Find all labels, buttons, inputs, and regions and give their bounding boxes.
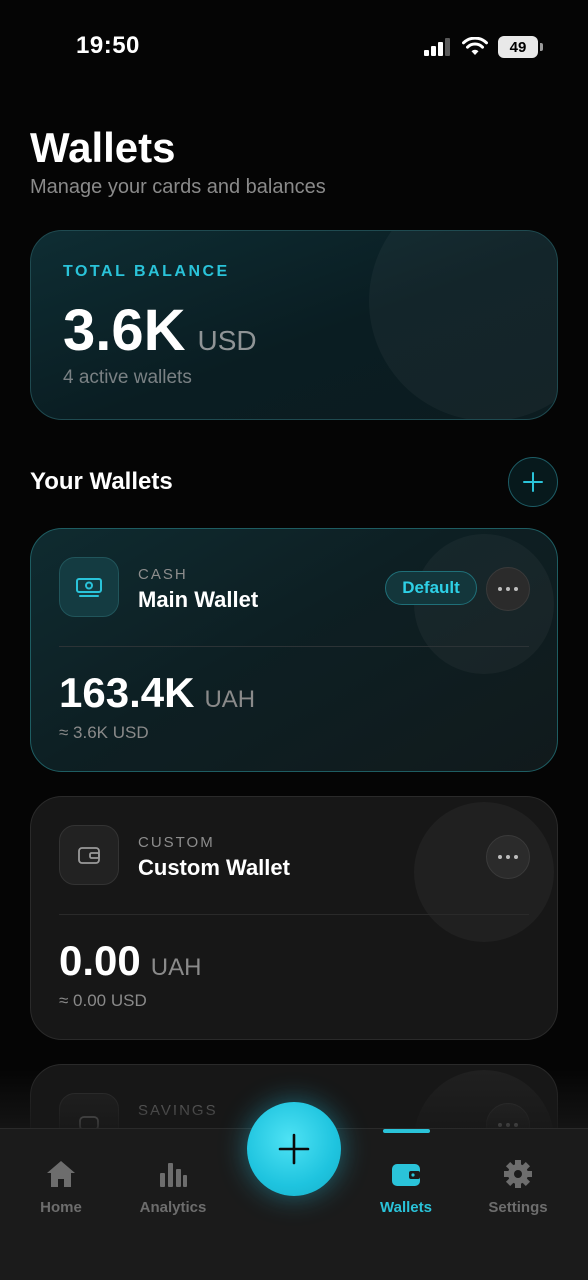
wallet-name: Custom Wallet [138,855,290,880]
wallet-card-custom[interactable]: CUSTOM Custom Wallet 0.00 UAH ≈ 0.00 USD [30,796,558,1040]
battery-level: 49 [509,38,527,56]
wallet-balance: 163.4K UAH [59,669,255,717]
total-balance-currency: USD [197,325,257,356]
wallet-options-button[interactable] [486,567,530,611]
total-balance-label: TOTAL BALANCE [63,263,230,280]
wallet-icon [78,847,100,864]
tab-label: Home [40,1199,82,1216]
wallet-balance: 0.00 UAH [59,937,201,985]
page-title: Wallets [30,124,176,171]
bar-chart-icon [160,1163,187,1187]
plus-icon [278,1133,310,1165]
battery-icon: 49 [498,36,543,58]
wifi-icon [462,37,488,55]
total-balance-card: TOTAL BALANCE 3.6K USD 4 active wallets [30,230,558,420]
default-badge: Default [385,571,477,605]
add-transaction-fab[interactable] [247,1102,341,1196]
wallet-converted-balance: ≈ 0.00 USD [59,991,147,1010]
decorative-circle [369,231,557,419]
divider [59,646,529,647]
status-bar: 19:50 49 [0,0,588,96]
wallet-balance-value: 163.4K [59,669,195,716]
active-tab-indicator [383,1129,430,1133]
wallet-balance-value: 0.00 [59,937,141,984]
total-balance-amount: 3.6K USD [63,297,257,364]
cash-icon [76,578,102,597]
wallet-type-label: CUSTOM [138,834,215,851]
page-subtitle: Manage your cards and balances [30,176,326,198]
wallet-card-main[interactable]: CASH Main Wallet Default 163.4K UAH ≈ 3.… [30,528,558,772]
signal-icon [424,38,450,56]
wallet-converted-balance: ≈ 3.6K USD [59,723,149,742]
status-time: 19:50 [76,32,140,59]
wallet-options-button[interactable] [486,835,530,879]
status-icons: 49 [424,36,543,58]
wallet-icon [392,1164,420,1186]
tab-analytics[interactable]: Analytics [118,1159,228,1216]
add-wallet-button[interactable] [508,457,558,507]
decorative-circle [414,802,554,942]
tab-label: Analytics [139,1199,207,1216]
home-icon [47,1161,75,1187]
wallet-type-icon-box [59,825,119,885]
wallet-balance-currency: UAH [204,686,256,713]
wallet-type-label: CASH [138,566,188,583]
tab-label: Settings [488,1199,548,1216]
section-title: Your Wallets [30,468,173,495]
divider [59,914,529,915]
wallet-type-icon-box [59,557,119,617]
wallet-balance-currency: UAH [150,954,202,981]
total-balance-value: 3.6K [63,298,186,363]
tab-wallets[interactable]: Wallets [351,1159,461,1216]
active-wallets-count: 4 active wallets [63,367,192,388]
tab-settings[interactable]: Settings [463,1159,573,1216]
tab-label: Wallets [380,1199,432,1216]
plus-icon [523,472,543,492]
tab-home[interactable]: Home [6,1159,116,1216]
wallet-name: Main Wallet [138,587,259,612]
gear-icon [504,1160,532,1188]
